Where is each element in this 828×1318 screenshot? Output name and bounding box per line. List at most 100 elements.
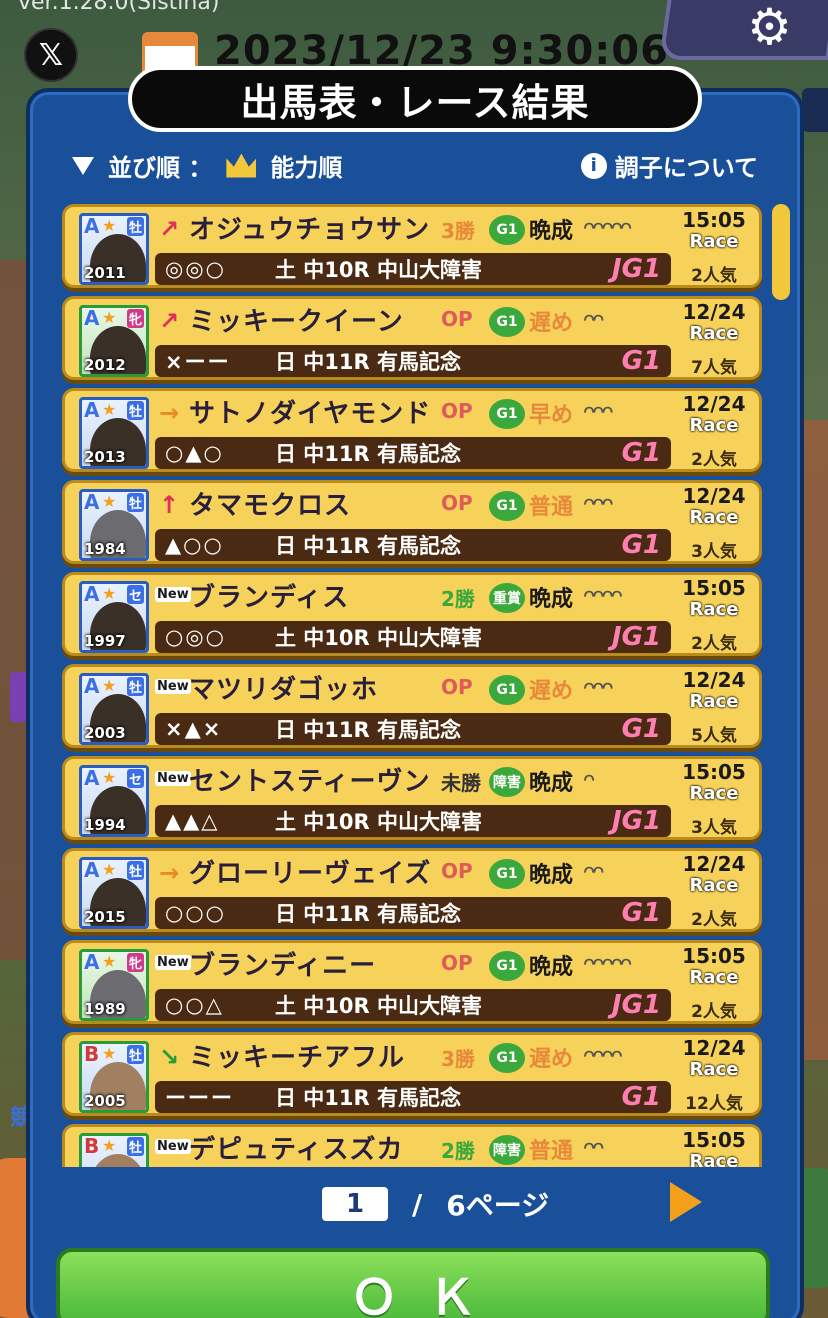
horse-name: ミッキーチアフル — [189, 1043, 406, 1073]
horse-name: デピュティスズカ — [189, 1135, 404, 1165]
horse-card[interactable]: A ★ 牡 2003 New マツリダゴッホ OP G1 遅め ᴖᴖᴖ ×▲× … — [62, 664, 762, 748]
horse-portrait: A ★ 牡 2003 — [79, 673, 149, 745]
sex-badge: 牝 — [126, 953, 144, 972]
horseshoe-rating-icon: ᴖᴖᴖᴖᴖ — [583, 951, 632, 975]
growth-type: 晩成 — [529, 587, 574, 612]
race-info-bar: ○◎○ 土 中10R 中山大障害 JG1 — [155, 621, 671, 653]
growth-type: 遅め — [529, 1047, 574, 1072]
race-grade: JG1 — [611, 622, 661, 652]
birth-year: 1984 — [84, 540, 126, 558]
prediction-marks: ○▲○ — [165, 441, 224, 465]
dropdown-triangle-icon — [72, 156, 94, 175]
popularity: 2人気 — [691, 634, 737, 654]
list-scrollbar-track[interactable] — [770, 200, 792, 1167]
race-grade: JG1 — [611, 254, 661, 284]
horse-name: ミッキークイーン — [189, 307, 404, 337]
horse-class: OP — [441, 307, 473, 331]
popularity: 7人気 — [691, 358, 737, 378]
race-time: 15:05 — [682, 576, 746, 600]
sex-badge: 牝 — [126, 309, 144, 328]
race-name: 土 中10R 中山大障害 — [275, 258, 483, 282]
horseshoe-rating-icon: ᴖᴖᴖᴖ — [583, 1043, 623, 1067]
horse-card[interactable]: A ★ 牡 2011 ↗ オジュウチョウサン 3勝 G1 晩成 ᴖᴖᴖᴖᴖ ◎◎… — [62, 204, 762, 288]
horseshoe-rating-icon: ᴖᴖᴖ — [583, 399, 614, 423]
list-scrollbar-thumb[interactable] — [772, 204, 790, 300]
birth-year: 2003 — [84, 724, 126, 742]
prediction-marks: ○○△ — [165, 993, 224, 1017]
horse-portrait: A ★ 牡 1984 — [79, 489, 149, 561]
settings-tab[interactable] — [659, 0, 828, 60]
horse-portrait: A ★ 牡 2013 — [79, 397, 149, 469]
race-info-bar: ○○△ 土 中10R 中山大障害 JG1 — [155, 989, 671, 1021]
next-page-arrow-icon[interactable] — [670, 1182, 702, 1222]
horse-card[interactable]: A ★ セ 1997 New ブランディス 2勝 重賞 晩成 ᴖᴖᴖᴖ ○◎○ … — [62, 572, 762, 656]
rank-badge: A — [84, 306, 100, 330]
crown-icon — [226, 153, 257, 178]
star-icon: ★ — [102, 216, 117, 235]
rank-badge: A — [84, 674, 100, 698]
horse-card[interactable]: A ★ 牝 1989 New ブランディニー OP G1 晩成 ᴖᴖᴖᴖᴖ ○○… — [62, 940, 762, 1024]
condition-trend-icon: ↑ — [159, 491, 180, 519]
race-label: Race — [689, 691, 739, 712]
race-time: 12/24 — [682, 852, 746, 876]
sex-badge: 牡 — [126, 493, 144, 512]
grade-badge-icon: G1 — [489, 859, 525, 889]
sort-selector[interactable]: 並び順 ： 能力順 — [72, 148, 342, 183]
prediction-marks: ○◎○ — [165, 625, 226, 649]
grade-badge-icon: G1 — [489, 399, 525, 429]
growth-type: 晩成 — [529, 955, 574, 980]
new-badge: New — [155, 771, 191, 786]
race-label: Race — [689, 231, 739, 252]
sex-badge: 牡 — [126, 1045, 144, 1064]
grade-badge-icon: G1 — [489, 307, 525, 337]
star-icon: ★ — [102, 400, 117, 419]
horse-card[interactable]: A ★ 牡 2015 → グローリーヴェイズ OP G1 晩成 ᴖᴖ ○○○ 日… — [62, 848, 762, 932]
horseshoe-rating-icon: ᴖ — [583, 767, 595, 791]
horse-list[interactable]: A ★ 牡 2011 ↗ オジュウチョウサン 3勝 G1 晩成 ᴖᴖᴖᴖᴖ ◎◎… — [62, 200, 768, 1167]
race-label: Race — [689, 323, 739, 344]
growth-type: 早め — [529, 403, 574, 428]
race-grade: G1 — [621, 898, 661, 928]
growth-type: 遅め — [529, 679, 574, 704]
sex-badge: 牡 — [126, 401, 144, 420]
page-number-input[interactable]: 1 — [322, 1187, 388, 1221]
side-menu-tab[interactable] — [802, 88, 828, 132]
horse-name: グローリーヴェイズ — [189, 859, 432, 889]
popularity: 2人気 — [691, 450, 737, 470]
horse-class: OP — [441, 399, 473, 423]
race-label: Race — [689, 415, 739, 436]
race-label: Race — [689, 967, 739, 988]
popularity: 3人気 — [691, 542, 737, 562]
horse-card[interactable]: A ★ 牡 1984 ↑ タマモクロス OP G1 普通 ᴖᴖᴖ ▲○○ 日 中… — [62, 480, 762, 564]
x-share-button[interactable]: 𝕏 — [24, 28, 78, 82]
condition-trend-icon: → — [159, 859, 180, 887]
race-info-bar: ×▲× 日 中11R 有馬記念 G1 — [155, 713, 671, 745]
growth-type: 晩成 — [529, 219, 574, 244]
race-info-bar: ーーー 日 中11R 有馬記念 G1 — [155, 1081, 671, 1113]
race-time: 12/24 — [682, 1036, 746, 1060]
birth-year: 1994 — [84, 816, 126, 834]
sex-badge: 牡 — [126, 217, 144, 236]
horse-class: OP — [441, 675, 473, 699]
horse-class: 3勝 — [441, 219, 475, 243]
gear-icon[interactable]: ⚙ — [747, 0, 792, 56]
horse-card[interactable]: A ★ セ 1994 New セントスティーヴン 未勝 障害 晩成 ᴖ ▲▲△ … — [62, 756, 762, 840]
birth-year: 1997 — [84, 632, 126, 650]
race-info-bar: ○○○ 日 中11R 有馬記念 G1 — [155, 897, 671, 929]
rank-badge: A — [84, 398, 100, 422]
rank-badge: A — [84, 490, 100, 514]
race-grade: G1 — [621, 530, 661, 560]
horse-card[interactable]: B ★ 牡 New デピュティスズカ 2勝 障害 普通 ᴖᴖ 15:05 Rac… — [62, 1124, 762, 1167]
race-grade: JG1 — [611, 990, 661, 1020]
growth-type: 普通 — [529, 495, 574, 520]
horse-card[interactable]: A ★ 牡 2013 → サトノダイヤモンド OP G1 早め ᴖᴖᴖ ○▲○ … — [62, 388, 762, 472]
horse-card[interactable]: B ★ 牡 2005 ↘ ミッキーチアフル 3勝 G1 遅め ᴖᴖᴖᴖ ーーー … — [62, 1032, 762, 1116]
horse-card[interactable]: A ★ 牝 2012 ↗ ミッキークイーン OP G1 遅め ᴖᴖ ×ーー 日 … — [62, 296, 762, 380]
condition-info-link[interactable]: i 調子について — [580, 148, 758, 183]
race-time: 15:05 — [682, 208, 746, 232]
horse-portrait: A ★ 牡 2011 — [79, 213, 149, 285]
horse-class: OP — [441, 859, 473, 883]
ok-button[interactable]: ＯＫ — [56, 1248, 770, 1318]
race-name: 土 中10R 中山大障害 — [275, 810, 483, 834]
race-grade: G1 — [621, 714, 661, 744]
